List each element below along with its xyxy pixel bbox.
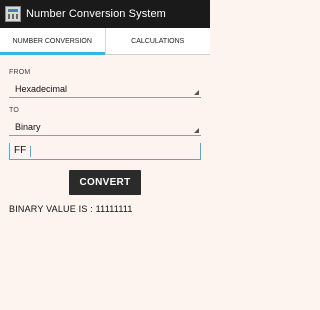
tab-bar: NUMBER CONVERSION CALCULATIONS <box>0 28 210 55</box>
dropdown-arrow-icon <box>194 90 199 95</box>
to-spinner-value: Binary <box>15 122 41 132</box>
number-input-value: FF <box>14 145 27 156</box>
text-cursor <box>30 146 31 157</box>
from-spinner-value: Hexadecimal <box>15 84 68 94</box>
title-bar: Number Conversion System <box>0 0 210 28</box>
dropdown-arrow-icon <box>194 128 199 133</box>
calculator-app-icon <box>5 6 21 22</box>
tab-calculations-label: CALCULATIONS <box>131 37 185 45</box>
to-label: TO <box>9 107 19 114</box>
from-spinner[interactable]: Hexadecimal <box>9 82 201 98</box>
tab-number-conversion[interactable]: NUMBER CONVERSION <box>0 28 105 55</box>
result-text: BINARY VALUE IS : 11111111 <box>9 204 133 214</box>
app-title: Number Conversion System <box>26 8 166 20</box>
tab-number-conversion-label: NUMBER CONVERSION <box>12 37 92 45</box>
tab-calculations[interactable]: CALCULATIONS <box>104 28 211 54</box>
convert-button[interactable]: CONVERT <box>69 170 141 195</box>
to-spinner[interactable]: Binary <box>9 120 201 136</box>
number-input[interactable]: FF <box>9 143 201 160</box>
from-label: FROM <box>9 69 31 76</box>
